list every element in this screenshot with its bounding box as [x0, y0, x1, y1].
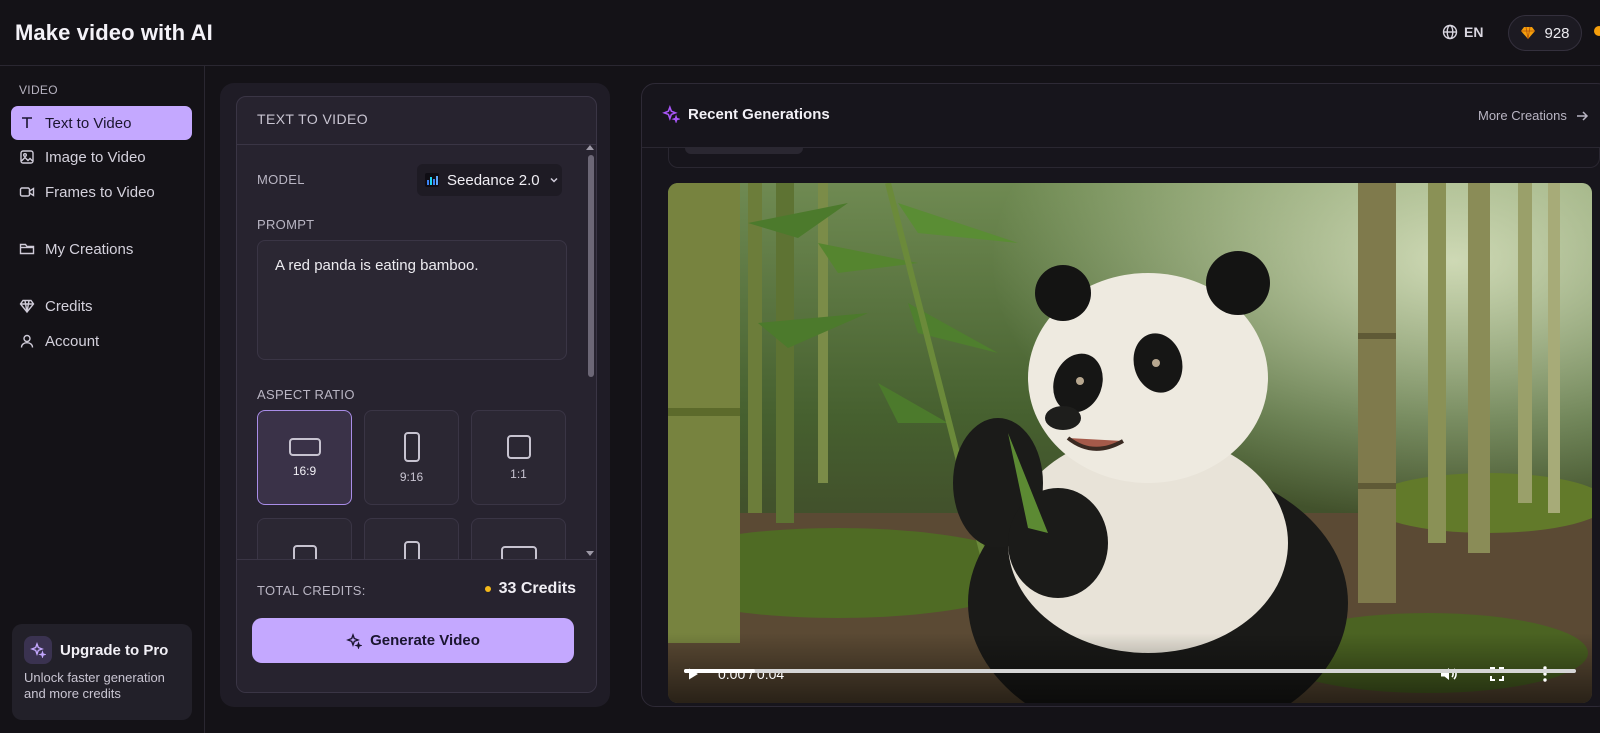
chevron-down-icon [550, 177, 558, 183]
upgrade-subtitle: Unlock faster generation and more credit… [24, 670, 165, 701]
credit-dot-icon [484, 586, 491, 592]
notification-dot[interactable] [1594, 26, 1600, 36]
user-icon [20, 334, 34, 348]
panel-header: TEXT TO VIDEO [237, 97, 596, 145]
credits-balance: 928 [1544, 24, 1570, 42]
scroll-thumb[interactable] [588, 155, 594, 377]
aspect-option-1-1[interactable]: 1:1 [471, 410, 566, 505]
generate-video-button[interactable]: Generate Video [252, 618, 574, 663]
scroll-down-arrow[interactable] [586, 551, 594, 556]
sidebar-item-image-to-video[interactable]: Image to Video [11, 140, 192, 174]
model-value: Seedance 2.0 [447, 171, 540, 189]
panel-scrollbar[interactable] [585, 145, 596, 565]
globe-icon [1442, 24, 1458, 40]
sidebar-item-label: Image to Video [45, 148, 146, 166]
video-frame-panda-in-bamboo-forest [668, 183, 1592, 703]
text-icon [22, 117, 32, 128]
previous-card-tag [685, 148, 803, 154]
square-shape-icon [506, 434, 531, 459]
language-label: EN [1464, 24, 1484, 40]
recent-generations-label: Recent Generations [688, 105, 830, 123]
language-switcher[interactable]: EN [1442, 24, 1483, 40]
previous-generation-card[interactable] [668, 148, 1600, 168]
aspect-option-label: 16:9 [292, 463, 317, 478]
panel-title: TEXT TO VIDEO [257, 111, 369, 127]
model-logo-icon [425, 173, 439, 187]
prompt-label: PROMPT [257, 217, 315, 232]
credits-balance-button[interactable]: 928 [1508, 15, 1582, 51]
more-creations-label: More Creations [1478, 108, 1567, 123]
diamond-icon [1521, 26, 1536, 40]
sidebar-item-credits[interactable]: Credits [11, 289, 192, 323]
sidebar: VIDEO Text to Video Image to Video Frame… [0, 66, 205, 733]
video-progress-fill [684, 669, 756, 673]
video-camera-icon [19, 187, 35, 197]
total-credits-text: 33 Credits [498, 580, 576, 597]
sidebar-item-label: My Creations [45, 240, 134, 258]
sparkle-icon [24, 636, 52, 664]
total-credits-label: TOTAL CREDITS: [257, 583, 366, 598]
panel-footer: TOTAL CREDITS: 33 Credits Generate Video [237, 559, 596, 692]
sidebar-item-label: Text to Video [45, 114, 132, 132]
diamond-icon [19, 299, 35, 314]
model-select[interactable]: Seedance 2.0 [417, 164, 562, 196]
aspect-ratio-label: ASPECT RATIO [257, 387, 355, 402]
prompt-input[interactable]: A red panda is eating bamboo. [257, 240, 567, 360]
video-progress-bar[interactable] [684, 669, 1576, 673]
app-title: Make video with AI [15, 20, 213, 45]
sidebar-item-account[interactable]: Account [11, 324, 192, 358]
image-icon [20, 150, 34, 164]
upgrade-card[interactable]: Upgrade to Pro Unlock faster generation … [12, 624, 192, 720]
sidebar-item-label: Frames to Video [45, 183, 155, 201]
sparkle-icon [346, 632, 363, 649]
aspect-option-9-16[interactable]: 9:16 [364, 410, 459, 505]
arrow-right-icon [1576, 110, 1588, 121]
sidebar-item-my-creations[interactable]: My Creations [11, 232, 192, 266]
landscape-shape-icon [288, 437, 321, 456]
text-to-video-panel: TEXT TO VIDEO MODEL Seedance 2.0 PROMPT … [236, 96, 597, 693]
sparkle-icon [662, 105, 680, 123]
aspect-option-label: 9:16 [399, 469, 424, 484]
scroll-up-arrow[interactable] [586, 145, 594, 150]
top-bar: Make video with AI EN 928 [0, 0, 1600, 66]
recent-generations-header: Recent Generations More Creations [642, 84, 1600, 148]
recent-generations-title: Recent Generations [662, 105, 830, 123]
generate-video-label: Generate Video [370, 632, 480, 649]
sidebar-item-frames-to-video[interactable]: Frames to Video [11, 175, 192, 209]
sidebar-item-label: Credits [45, 297, 93, 315]
sidebar-section-label: VIDEO [19, 83, 58, 97]
video-player[interactable]: 0:00 / 0:04 [668, 183, 1592, 703]
more-creations-link[interactable]: More Creations [1478, 108, 1589, 123]
portrait-shape-icon [403, 431, 420, 462]
recent-generations-panel: Recent Generations More Creations 0:00 /… [641, 83, 1600, 707]
total-credits-value: 33 Credits [484, 580, 576, 598]
sidebar-item-text-to-video[interactable]: Text to Video [11, 106, 192, 140]
aspect-option-16-9[interactable]: 16:9 [257, 410, 352, 505]
model-label: MODEL [257, 172, 305, 187]
aspect-option-label: 1:1 [510, 466, 527, 481]
video-controls: 0:00 / 0:04 [668, 633, 1592, 703]
folder-icon [19, 243, 35, 255]
sidebar-item-label: Account [45, 332, 100, 350]
upgrade-title: Upgrade to Pro [60, 642, 169, 659]
